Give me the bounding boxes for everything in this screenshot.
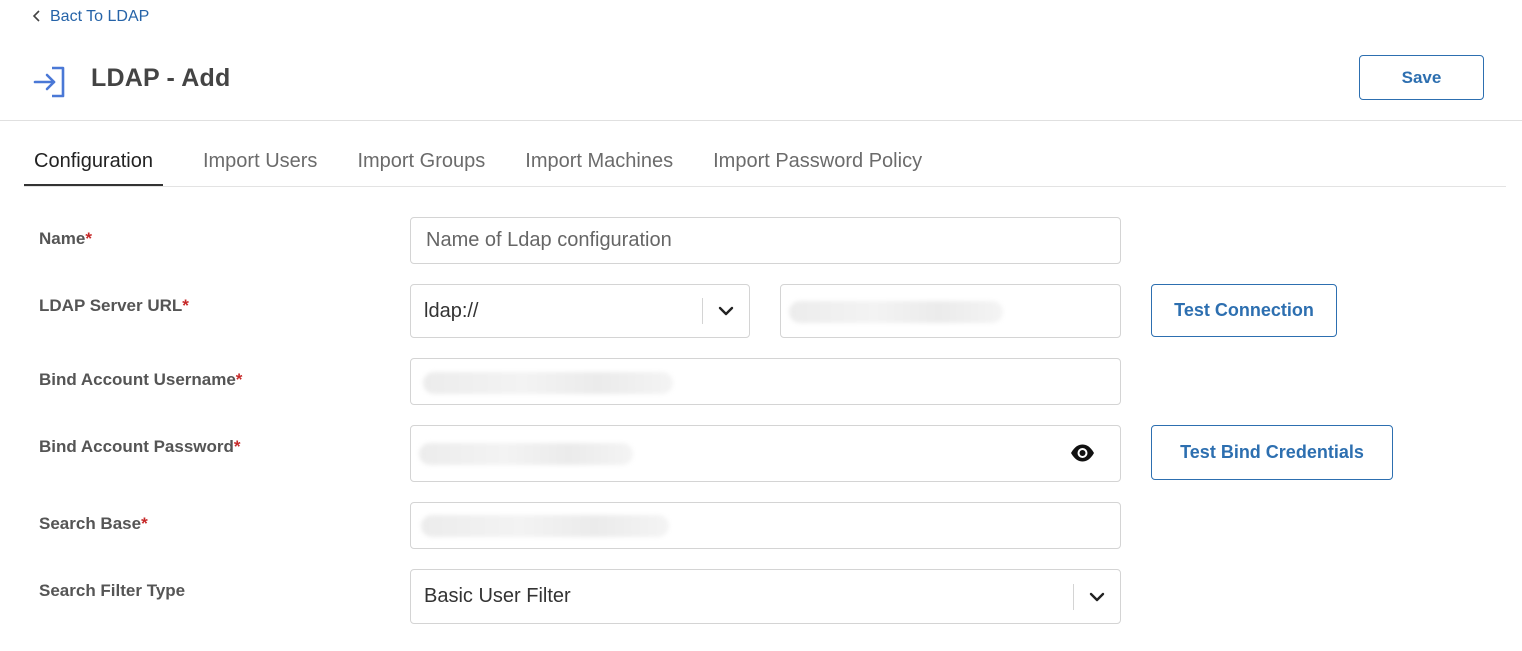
test-bind-credentials-button[interactable]: Test Bind Credentials	[1151, 425, 1393, 480]
bind-username-label-text: Bind Account Username	[39, 370, 236, 389]
back-to-ldap-link[interactable]: Bact To LDAP	[32, 8, 149, 26]
bind-password-label-text: Bind Account Password	[39, 437, 234, 456]
search-filter-type-value: Basic User Filter	[424, 585, 571, 607]
required-mark: *	[233, 437, 241, 456]
chevron-down-icon[interactable]	[1074, 570, 1120, 623]
redacted-value	[789, 301, 1003, 323]
required-mark: *	[235, 370, 243, 389]
search-filter-type-select[interactable]: Basic User Filter	[410, 569, 1121, 624]
page-title: LDAP - Add	[91, 64, 231, 92]
name-input[interactable]	[411, 218, 1120, 263]
search-base-input[interactable]	[410, 502, 1121, 549]
name-label-text: Name	[39, 229, 86, 248]
name-label: Name*	[39, 229, 92, 249]
redacted-value	[423, 372, 673, 394]
eye-icon[interactable]	[1070, 443, 1095, 463]
chevron-down-icon[interactable]	[703, 285, 749, 337]
protocol-select[interactable]: ldap://	[410, 284, 750, 338]
server-host-input[interactable]	[780, 284, 1121, 338]
tab-import-users[interactable]: Import Users	[193, 140, 327, 186]
tab-import-password-policy[interactable]: Import Password Policy	[703, 140, 932, 186]
search-filter-type-label: Search Filter Type	[39, 581, 185, 601]
test-connection-button[interactable]: Test Connection	[1151, 284, 1337, 337]
tab-bar: Configuration Import Users Import Groups…	[24, 140, 1506, 187]
bind-password-label: Bind Account Password*	[39, 437, 241, 457]
server-url-label-text: LDAP Server URL	[39, 296, 183, 315]
required-mark: *	[141, 514, 148, 533]
name-field[interactable]	[410, 217, 1121, 264]
back-link-label: Bact To LDAP	[50, 8, 150, 25]
bind-username-input[interactable]	[410, 358, 1121, 405]
search-base-label-text: Search Base	[39, 514, 142, 533]
required-mark: *	[85, 229, 92, 248]
protocol-value: ldap://	[424, 299, 479, 322]
server-url-label: LDAP Server URL*	[39, 296, 189, 316]
required-mark: *	[182, 296, 189, 315]
page-header: LDAP - Add Save	[0, 52, 1522, 121]
redacted-value	[421, 515, 669, 537]
search-filter-type-label-text: Search Filter Type	[39, 581, 186, 600]
bind-password-input[interactable]	[410, 425, 1121, 482]
login-icon	[32, 65, 68, 99]
chevron-left-icon	[32, 9, 42, 25]
bind-username-label: Bind Account Username*	[39, 370, 242, 390]
tab-import-groups[interactable]: Import Groups	[347, 140, 495, 186]
tab-import-machines[interactable]: Import Machines	[515, 140, 683, 186]
save-button[interactable]: Save	[1359, 55, 1484, 100]
search-base-label: Search Base*	[39, 514, 148, 534]
tab-configuration[interactable]: Configuration	[24, 140, 163, 186]
redacted-value	[419, 443, 633, 465]
